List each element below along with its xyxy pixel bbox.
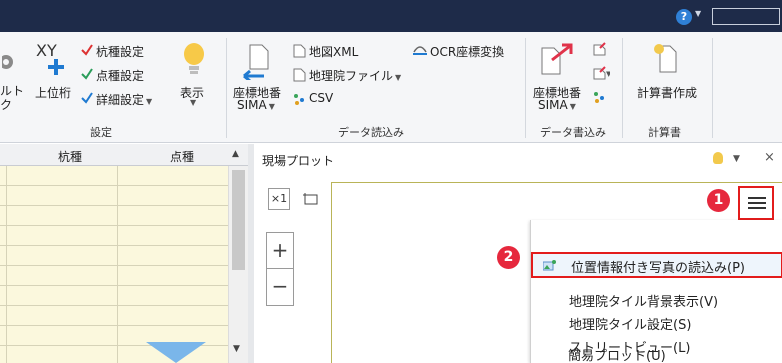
export-arrow-icon (541, 43, 573, 75)
export-file-icon[interactable] (592, 42, 606, 56)
table-row (0, 305, 228, 306)
table-row (0, 225, 228, 226)
check-icon (81, 68, 93, 80)
map-xml-button[interactable]: 地図XML (309, 43, 358, 60)
search-input[interactable] (712, 8, 780, 25)
step-marker-1: 1 (707, 189, 730, 212)
group-divider (712, 38, 713, 138)
chevron-down-icon[interactable]: ▼ (733, 154, 740, 164)
point-setting-button[interactable]: 点種設定 (96, 67, 144, 84)
menu-button[interactable] (738, 186, 774, 220)
menu-icon-bar (748, 207, 766, 209)
calc-sheet-icon (654, 44, 677, 73)
select-area-button[interactable] (300, 188, 322, 210)
xy-plus-icon: XY (36, 42, 64, 75)
file-icon (293, 68, 306, 82)
context-menu: 位置情報付き写真の読込み(P) 地理院タイル背景表示(V) 地理院タイル設定(S… (530, 220, 782, 363)
chevron-down-icon[interactable]: ▼ (190, 98, 196, 107)
sparkle-icon (294, 94, 304, 105)
group-divider (226, 38, 227, 138)
close-icon[interactable]: × (764, 150, 775, 165)
sort-up-icon[interactable]: ▲ (232, 149, 239, 159)
scroll-down-icon[interactable]: ▼ (233, 344, 240, 354)
panel-header: 現場プロット ▼ × (254, 144, 782, 174)
select-area-icon (303, 193, 318, 205)
table-row (0, 245, 228, 246)
svg-text:▼: ▼ (606, 70, 610, 78)
group-label-import: データ読込み (338, 126, 404, 139)
gsi-file-button[interactable]: 地理院ファイル ▼ (309, 67, 401, 84)
scroll-thumb[interactable] (232, 170, 245, 270)
grid-header: 杭種 点種 ▲ (0, 144, 248, 166)
csv-button[interactable]: CSV (309, 91, 333, 105)
menu-item-load-geotagged-photo[interactable]: 位置情報付き写真の読込み(P) (531, 252, 782, 278)
zoom-out-button[interactable]: − (266, 268, 294, 306)
lightbulb-icon (184, 43, 204, 74)
ribbon: ルト ク XY 上位桁 杭種設定 点種設定 詳細設定 ▼ 表示 ▼ 設定 座標地番… (0, 32, 782, 143)
group-divider (525, 38, 526, 138)
upper-digit-button[interactable]: 上位桁 (35, 84, 71, 101)
table-row (0, 185, 228, 186)
photo-icon (543, 260, 556, 271)
group-divider (622, 38, 623, 138)
ocr-convert-button[interactable]: OCR座標変換 (430, 43, 504, 60)
menu-icon-bar (748, 202, 766, 204)
gear-icon (2, 55, 13, 69)
ocr-icon (413, 46, 427, 55)
stake-setting-button[interactable]: 杭種設定 (96, 43, 144, 60)
coord-sima-import-label2[interactable]: SIMA ▼ (237, 98, 275, 112)
table-row (0, 265, 228, 266)
group-label-calc: 計算書 (648, 126, 681, 139)
zoom-in-button[interactable]: + (266, 232, 294, 270)
step-marker-2: 2 (497, 246, 520, 269)
vertical-scrollbar[interactable]: ▼ (228, 166, 248, 363)
column-header-point-type[interactable]: 点種 (170, 148, 194, 165)
lightbulb-icon[interactable] (713, 152, 723, 164)
menu-item-gsi-tile-background[interactable]: 地理院タイル背景表示(V) (569, 291, 718, 310)
column-divider (117, 166, 118, 363)
group-label-export: データ書込み (540, 126, 606, 139)
column-header-stake-type[interactable]: 杭種 (58, 148, 82, 165)
check-icon (81, 92, 93, 104)
table-row (0, 325, 228, 326)
help-icon[interactable]: ? (676, 9, 692, 25)
group-label-settings: 設定 (90, 126, 112, 139)
data-grid[interactable] (0, 166, 228, 363)
svg-text:XY: XY (36, 42, 57, 60)
fit-scale-button[interactable]: ×1 (268, 188, 290, 210)
column-divider (6, 166, 7, 363)
file-icon (293, 44, 306, 58)
menu-item-simple-plot[interactable]: 簡易プロット(U) (568, 345, 666, 363)
detail-setting-button[interactable]: 詳細設定 ▼ (96, 91, 152, 108)
import-arrow-icon (243, 44, 269, 80)
export-file-icon[interactable]: ▼ (592, 66, 610, 80)
title-bar: ? ▼ (0, 0, 782, 32)
menu-item-gsi-tile-settings[interactable]: 地理院タイル設定(S) (569, 314, 691, 333)
table-row (0, 285, 228, 286)
sparkle-icon[interactable] (592, 90, 606, 104)
table-row (0, 205, 228, 206)
check-icon (81, 44, 93, 56)
chevron-down-icon[interactable]: ▼ (695, 9, 701, 18)
create-calc-sheet-button[interactable]: 計算書作成 (637, 84, 697, 101)
coord-sima-export-label2[interactable]: SIMA ▼ (538, 98, 576, 112)
triangle-marker (146, 342, 206, 363)
panel-title: 現場プロット (262, 154, 335, 168)
default-button-label2: ク (0, 98, 13, 112)
menu-icon (748, 197, 766, 199)
